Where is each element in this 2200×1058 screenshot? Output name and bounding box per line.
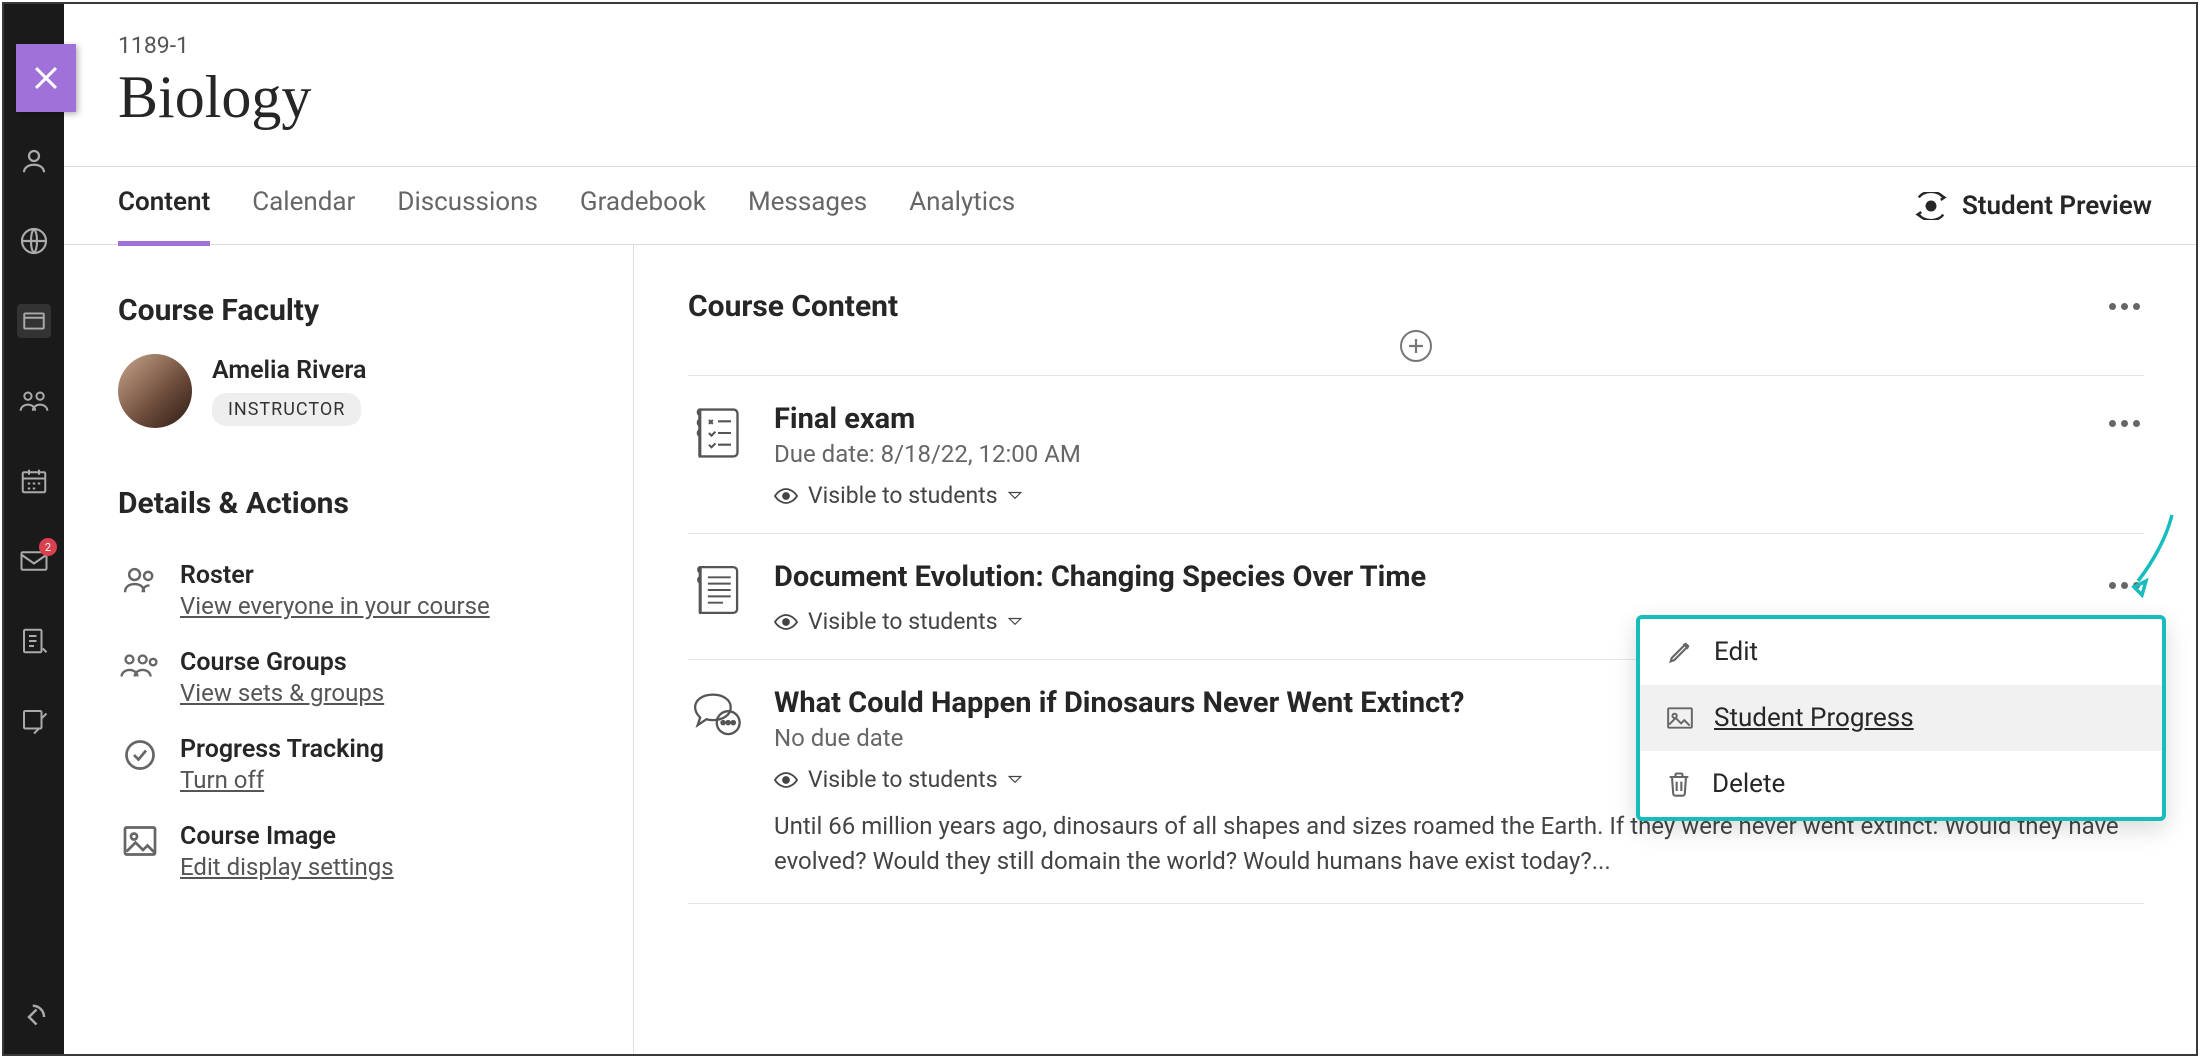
test-icon [688,402,748,509]
course-header: 1189-1 Biology [64,4,2196,132]
back-icon[interactable] [17,1000,51,1034]
item-title: Document Evolution: Changing Species Ove… [774,560,2144,594]
content-item-final-exam[interactable]: Final exam Due date: 8/18/22, 12:00 AM V… [688,376,2144,534]
calendar-icon[interactable] [17,464,51,498]
tools-icon[interactable] [17,704,51,738]
document-icon [688,560,748,635]
details-actions-heading: Details & Actions [118,486,597,521]
discussion-icon [688,686,748,879]
add-content-button[interactable] [1400,330,1432,362]
item-context-menu: Edit Student Progress Delete [1636,615,2166,821]
course-faculty-heading: Course Faculty [118,293,597,328]
messages-badge: 2 [39,538,57,556]
item-title: Final exam [774,402,2144,436]
grades-icon[interactable] [17,624,51,658]
faculty-card[interactable]: Amelia Rivera INSTRUCTOR [118,354,597,468]
action-image: Course Image Edit display settings [118,808,597,895]
course-code: 1189-1 [118,32,2196,59]
course-tabs: Content Calendar Discussions Gradebook M… [118,165,1015,246]
tab-content[interactable]: Content [118,165,210,246]
student-preview-button[interactable]: Student Preview [1914,191,2152,221]
progress-label: Progress Tracking [180,735,384,764]
groups-label: Course Groups [180,648,384,677]
image-link[interactable]: Edit display settings [180,853,394,881]
profile-icon[interactable] [17,144,51,178]
image-icon [118,822,162,858]
tab-messages[interactable]: Messages [748,165,867,246]
groups-icon [118,648,162,682]
roster-link[interactable]: View everyone in your course [180,592,490,620]
courses-icon[interactable] [17,304,51,338]
groups-icon[interactable] [17,384,51,418]
global-nav-rail: 2 [4,4,64,1054]
menu-edit[interactable]: Edit [1640,619,2162,685]
roster-icon [118,561,162,597]
item-due-date: Due date: 8/18/22, 12:00 AM [774,440,2144,468]
course-content-heading: Course Content [688,289,898,324]
close-panel-button[interactable] [16,44,76,112]
roster-label: Roster [180,561,490,590]
menu-student-progress[interactable]: Student Progress [1640,685,2162,751]
action-roster: Roster View everyone in your course [118,547,597,634]
student-preview-label: Student Preview [1962,191,2152,221]
progress-link[interactable]: Turn off [180,766,264,794]
visibility-toggle[interactable]: Visible to students [774,482,2144,509]
tab-discussions[interactable]: Discussions [397,165,538,246]
image-label: Course Image [180,822,394,851]
tab-gradebook[interactable]: Gradebook [580,165,706,246]
tab-calendar[interactable]: Calendar [252,165,355,246]
institution-icon[interactable] [17,224,51,258]
course-title: Biology [118,63,2196,132]
faculty-name: Amelia Rivera [212,356,366,385]
action-progress: Progress Tracking Turn off [118,721,597,808]
messages-icon[interactable]: 2 [17,544,51,578]
content-options-button[interactable] [2104,303,2144,310]
progress-icon [118,735,162,773]
tab-analytics[interactable]: Analytics [909,165,1015,246]
action-groups: Course Groups View sets & groups [118,634,597,721]
faculty-role-badge: INSTRUCTOR [212,393,361,426]
item-options-button[interactable] [2104,582,2144,589]
avatar [118,354,192,428]
groups-link[interactable]: View sets & groups [180,679,384,707]
item-options-button[interactable] [2104,420,2144,427]
menu-delete[interactable]: Delete [1640,751,2162,817]
